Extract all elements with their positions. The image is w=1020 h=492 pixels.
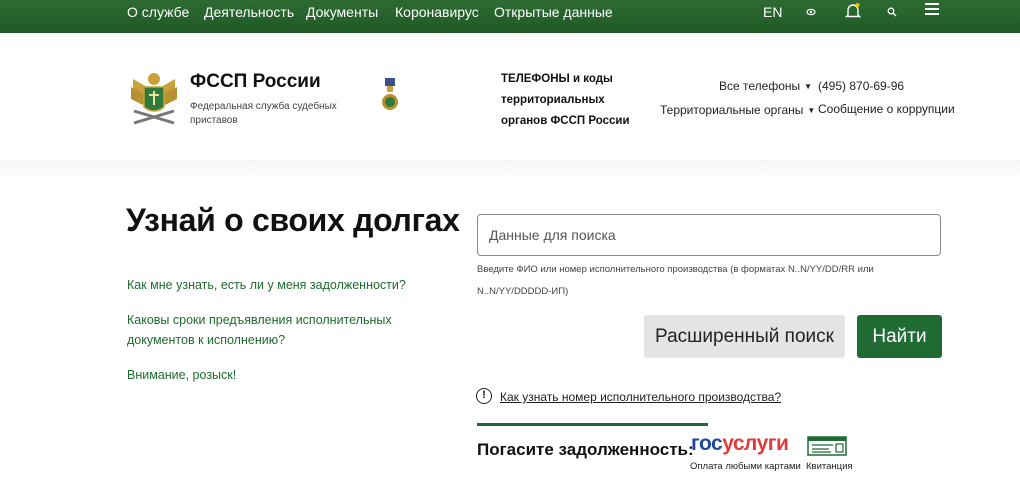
gosuslugi-logo-part1: гос	[691, 432, 723, 455]
search-input[interactable]	[477, 214, 941, 256]
pay-debt-label: Погасите задолженность:	[477, 440, 694, 459]
caret-down-icon: ▼	[807, 106, 816, 115]
phones-codes-link[interactable]: ТЕЛЕФОНЫ и коды территориальных органов …	[501, 69, 651, 132]
bell-icon[interactable]	[844, 2, 862, 23]
gosuslugi-caption: Оплата любыми картами	[690, 461, 801, 472]
top-navigation-bar: О службе Деятельность Документы Коронави…	[0, 0, 1020, 33]
brand-subtitle: Федеральная служба судебных приставов	[190, 101, 337, 126]
menu-icon[interactable]	[925, 2, 939, 19]
deadline-link[interactable]: Каковы сроки предъявления исполнительных…	[127, 310, 397, 350]
accent-line	[477, 423, 708, 426]
exclamation-circle-icon: !	[476, 388, 492, 404]
all-phones-label: Все телефоны	[719, 79, 801, 93]
nav-about[interactable]: О службе	[127, 4, 189, 20]
hotline-phone[interactable]: (495) 870-69-96	[818, 79, 904, 93]
language-switch[interactable]: EN	[763, 4, 782, 20]
nav-coronavirus[interactable]: Коронавирус	[395, 4, 479, 20]
corruption-report-link[interactable]: Сообщение о коррупции	[818, 102, 955, 116]
search-hint: Введите ФИО или номер исполнительного пр…	[477, 264, 874, 297]
medal-icon	[380, 78, 400, 116]
nav-activity[interactable]: Деятельность	[204, 4, 294, 20]
nav-documents[interactable]: Документы	[306, 4, 378, 20]
eye-icon[interactable]	[806, 4, 816, 20]
case-number-help-link[interactable]: Как узнать номер исполнительного произво…	[500, 390, 781, 404]
caret-down-icon: ▼	[804, 82, 813, 91]
gosuslugi-logo[interactable]: госуслуги	[691, 432, 789, 456]
wanted-link[interactable]: Внимание, розыск!	[127, 365, 236, 385]
find-button[interactable]: Найти	[857, 315, 942, 358]
territorial-dropdown[interactable]: Территориальные органы ▼	[660, 103, 815, 117]
receipt-icon[interactable]	[807, 436, 847, 456]
debt-check-link[interactable]: Как мне узнать, есть ли у меня задолженн…	[127, 275, 406, 295]
territorial-label: Территориальные органы	[660, 103, 804, 117]
fssp-emblem-logo[interactable]	[129, 67, 179, 129]
gosuslugi-logo-part2: услуги	[722, 432, 789, 455]
brand-title[interactable]: ФССП России	[190, 71, 321, 93]
receipt-caption: Квитанция	[806, 461, 853, 472]
nav-open-data[interactable]: Открытые данные	[494, 4, 613, 20]
search-icon[interactable]	[887, 4, 897, 20]
header-divider	[0, 160, 1020, 180]
all-phones-dropdown[interactable]: Все телефоны ▼	[719, 79, 812, 93]
advanced-search-button[interactable]: Расширенный поиск	[644, 315, 845, 358]
page-title: Узнай о своих долгах	[126, 202, 460, 238]
